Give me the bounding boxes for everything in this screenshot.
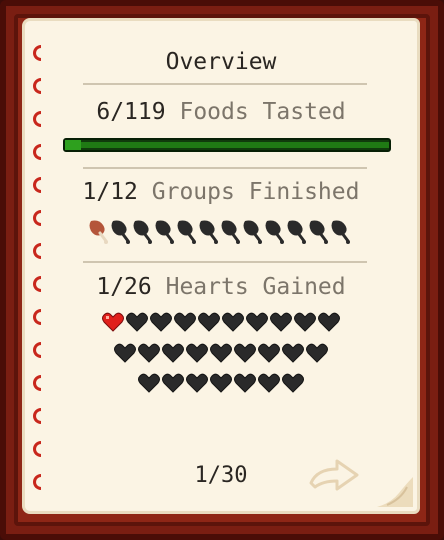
binding-ring	[33, 78, 41, 94]
heart-empty-icon	[234, 343, 256, 363]
hearts-gained-count: 1/26	[96, 274, 152, 300]
heart-empty-icon	[234, 373, 256, 393]
drumstick-empty-icon	[155, 220, 174, 244]
drumstick-empty-icon	[221, 220, 240, 244]
heart-empty-icon	[282, 373, 304, 393]
divider	[83, 83, 367, 85]
binding-ring	[33, 144, 41, 160]
binding-ring	[33, 243, 41, 259]
heart-empty-icon	[114, 343, 136, 363]
drumstick-empty-icon	[177, 220, 196, 244]
heart-empty-icon	[282, 343, 304, 363]
page-corner-curl	[377, 477, 413, 507]
foods-progress-bar	[63, 138, 391, 152]
heart-empty-icon	[294, 312, 316, 332]
binding-ring	[33, 408, 41, 424]
heart-empty-icon	[258, 373, 280, 393]
foods-tasted-count: 6/119	[96, 99, 166, 125]
heart-empty-icon	[270, 312, 292, 332]
groups-icon-row	[23, 217, 415, 245]
heart-filled-icon	[102, 312, 124, 332]
drumstick-empty-icon	[199, 220, 218, 244]
heart-empty-icon	[210, 373, 232, 393]
foods-tasted-stat: 6/119 Foods Tasted	[25, 99, 417, 125]
drumstick-empty-icon	[309, 220, 328, 244]
heart-empty-icon	[246, 312, 268, 332]
heart-empty-icon	[222, 312, 244, 332]
heart-empty-icon	[318, 312, 340, 332]
heart-empty-icon	[258, 343, 280, 363]
groups-finished-label: Groups Finished	[151, 179, 360, 205]
book-page: Overview 6/119 Foods Tasted 1/12 Groups …	[22, 18, 420, 514]
divider	[83, 261, 367, 263]
heart-empty-icon	[306, 343, 328, 363]
heart-empty-icon	[186, 343, 208, 363]
page-title: Overview	[165, 49, 277, 75]
heart-empty-icon	[138, 343, 160, 363]
foods-tasted-label: Foods Tasted	[179, 99, 346, 125]
progress-track	[65, 142, 389, 148]
heart-empty-icon	[126, 312, 148, 332]
heart-empty-icon	[198, 312, 220, 332]
divider	[83, 167, 367, 169]
drumstick-empty-icon	[287, 220, 306, 244]
binding-ring	[33, 441, 41, 457]
next-page-arrow-icon[interactable]	[307, 453, 363, 493]
hearts-row	[25, 371, 417, 395]
heart-empty-icon	[162, 373, 184, 393]
groups-finished-stat: 1/12 Groups Finished	[25, 179, 417, 205]
drumstick-empty-icon	[133, 220, 152, 244]
heart-empty-icon	[174, 312, 196, 332]
hearts-row	[25, 341, 417, 365]
drumstick-empty-icon	[243, 220, 262, 244]
groups-finished-count: 1/12	[82, 179, 138, 205]
drumstick-empty-icon	[111, 220, 130, 244]
drumstick-empty-icon	[265, 220, 284, 244]
heart-empty-icon	[186, 373, 208, 393]
hearts-gained-stat: 1/26 Hearts Gained	[25, 274, 417, 300]
heart-empty-icon	[162, 343, 184, 363]
heart-empty-icon	[150, 312, 172, 332]
heart-empty-icon	[138, 373, 160, 393]
heart-empty-icon	[210, 343, 232, 363]
hearts-row	[25, 310, 417, 334]
progress-fill	[65, 140, 82, 150]
hearts-gained-label: Hearts Gained	[165, 274, 346, 300]
drumstick-empty-icon	[331, 220, 350, 244]
drumstick-filled-icon	[89, 220, 108, 244]
